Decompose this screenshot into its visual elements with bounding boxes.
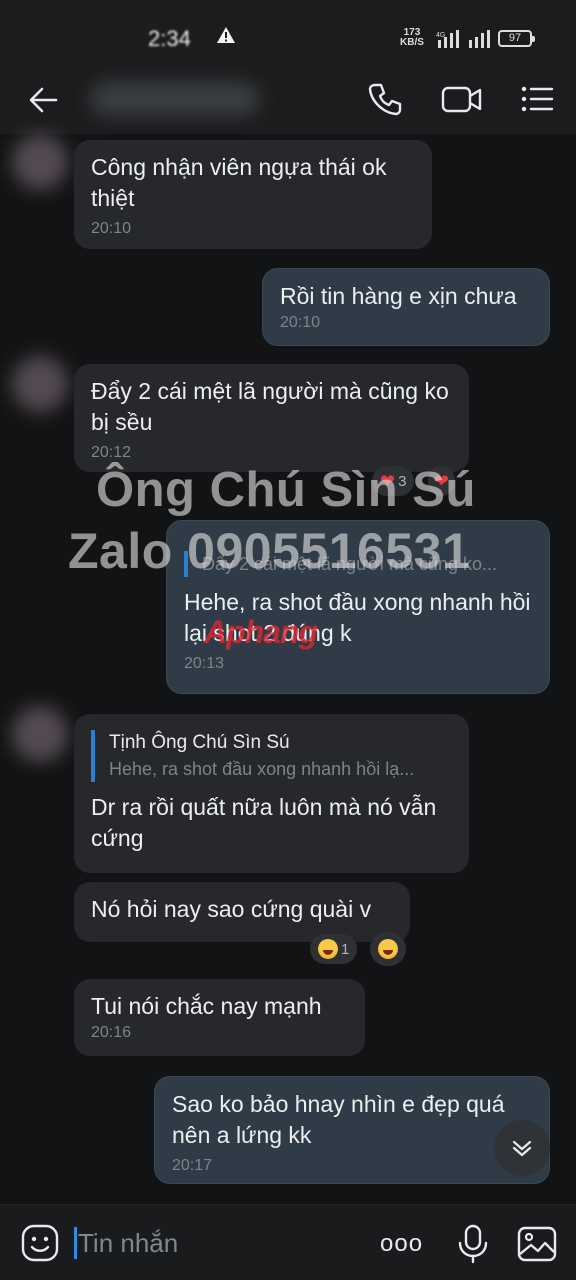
- signal-4g-icon: 4G: [436, 30, 462, 53]
- scroll-to-bottom-button[interactable]: [494, 1120, 550, 1176]
- message-time: 20:16: [91, 1024, 132, 1041]
- watermark-line-1: Ông Chú Sìn Sú: [96, 463, 476, 517]
- options-menu-button[interactable]: [518, 80, 556, 118]
- message-text: Công nhận viên ngựa thái ok thiệt: [91, 154, 387, 211]
- message-input-bar: ooo: [0, 1204, 576, 1280]
- call-button[interactable]: [366, 80, 404, 118]
- warning-icon: [216, 26, 236, 50]
- chat-header: [0, 64, 576, 134]
- video-camera-icon: [441, 86, 482, 113]
- message-text: Sao ko bảo hnay nhìn e đẹp quá nên a lứn…: [172, 1091, 505, 1148]
- message-time: 20:10: [280, 314, 321, 331]
- message-text: Nó hỏi nay sao cứng quài v: [91, 896, 372, 922]
- message-time: 20:12: [91, 444, 132, 461]
- message-text: Rồi tin hàng e xịn chưa: [280, 283, 517, 309]
- message-bubble[interactable]: Nó hỏi nay sao cứng quài v: [74, 882, 410, 942]
- message-bubble[interactable]: Sao ko bảo hnay nhìn e đẹp quá nên a lứn…: [154, 1076, 550, 1184]
- watermark-line-2: Zalo 0905516531: [68, 523, 471, 579]
- quote-author: Tịnh Ông Chú Sìn Sú: [109, 732, 290, 753]
- back-button[interactable]: [24, 80, 64, 120]
- voice-record-button[interactable]: [452, 1223, 494, 1265]
- quote-text: Hehe, ra shot đầu xong nhanh hồi lạ...: [109, 759, 415, 779]
- back-arrow-icon: [29, 87, 58, 113]
- reaction-count: 1: [341, 940, 350, 958]
- image-picker-button[interactable]: [516, 1223, 558, 1265]
- message-time: 20:17: [172, 1157, 213, 1174]
- emoji-icon: [21, 1224, 59, 1262]
- message-text: Đẩy 2 cái mệt lã người mà cũng ko bị sều: [91, 378, 449, 435]
- phone-icon: [368, 83, 402, 116]
- speed-unit: KB/S: [400, 37, 424, 48]
- network-label: 4G: [436, 32, 445, 39]
- contact-name[interactable]: [90, 82, 260, 116]
- menu-list-icon: [521, 86, 554, 112]
- chevron-down-icon: [512, 1140, 532, 1157]
- react-button[interactable]: [370, 932, 406, 966]
- avatar[interactable]: [12, 356, 68, 412]
- message-input[interactable]: [78, 1221, 358, 1265]
- microphone-icon: [458, 1224, 488, 1264]
- message-bubble[interactable]: Công nhận viên ngựa thái ok thiệt 20:10: [74, 140, 432, 249]
- avatar[interactable]: [12, 134, 68, 190]
- reply-quote[interactable]: Tịnh Ông Chú Sìn Sú Hehe, ra shot đầu xo…: [91, 730, 452, 782]
- emoji-button[interactable]: [20, 1223, 60, 1263]
- message-bubble[interactable]: Đẩy 2 cái mệt lã người mà cũng ko bị sều…: [74, 364, 469, 472]
- message-text: Tui nói chắc nay mạnh: [91, 993, 322, 1019]
- status-bar: 2:34 173 KB/S 4G 97: [0, 0, 576, 64]
- laugh-emoji-icon: [318, 939, 338, 959]
- message-time: 20:10: [91, 220, 132, 237]
- image-icon: [517, 1226, 557, 1262]
- video-call-button[interactable]: [440, 80, 484, 118]
- message-bubble[interactable]: Tịnh Ông Chú Sìn Sú Hehe, ra shot đầu xo…: [74, 714, 469, 873]
- signal-icon: [468, 30, 492, 53]
- avatar[interactable]: [12, 706, 68, 762]
- text-caret: [74, 1227, 77, 1259]
- status-time: 2:34: [148, 26, 191, 51]
- reaction-badge[interactable]: 1: [310, 934, 358, 964]
- more-button[interactable]: ooo: [380, 1223, 424, 1265]
- message-text: Dr ra rồi quất nữa luôn mà nó vẫn cứng: [91, 794, 437, 851]
- network-speed: 173 KB/S: [400, 28, 424, 48]
- laugh-emoji-icon: [378, 939, 398, 959]
- battery-icon: 97: [498, 30, 535, 47]
- message-bubble[interactable]: Tui nói chắc nay mạnh 20:16: [74, 979, 365, 1056]
- message-bubble[interactable]: Rồi tin hàng e xịn chưa 20:10: [262, 268, 550, 346]
- watermark-logo: Aphang: [204, 614, 318, 650]
- message-time: 20:13: [184, 655, 225, 672]
- more-icon: ooo: [380, 1230, 424, 1257]
